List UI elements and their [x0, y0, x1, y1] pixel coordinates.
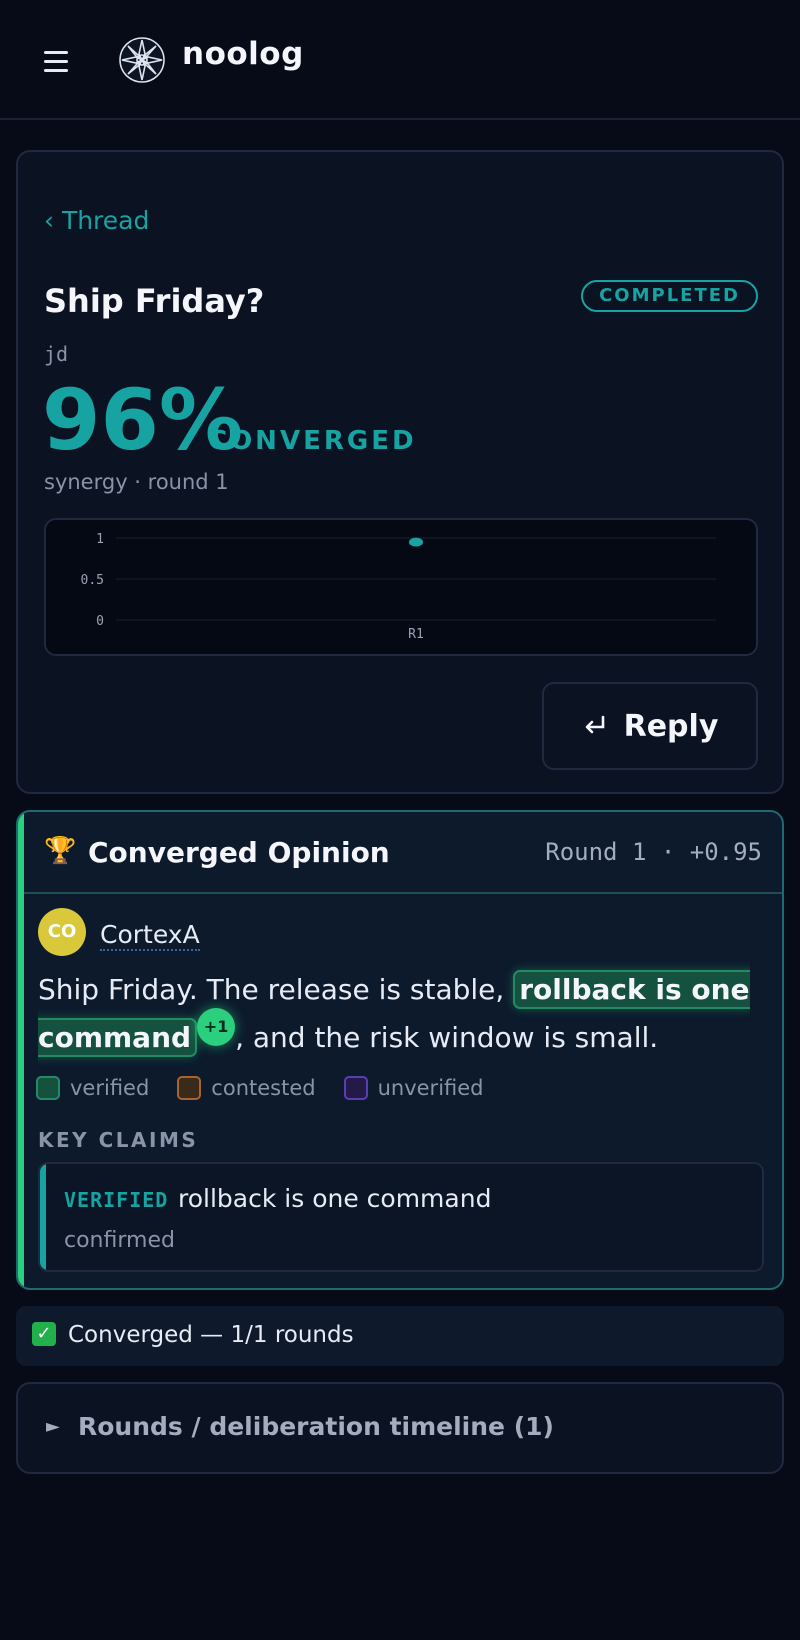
- legend-unverified: unverified: [343, 1076, 484, 1100]
- claim-note: confirmed: [64, 1228, 175, 1253]
- legend-contested-label: contested: [211, 1076, 316, 1100]
- opinion-title: Converged Opinion: [88, 836, 390, 869]
- check-icon: ✓: [32, 1322, 56, 1346]
- converged-opinion-card: 🏆 Converged Opinion Round 1 · +0.95 CO C…: [16, 810, 784, 1290]
- expand-triangle-icon: ►: [46, 1416, 60, 1437]
- trophy-icon: 🏆: [44, 836, 77, 866]
- convergence-chart: 1 0.5 0 R1: [44, 518, 758, 656]
- agent-name-link[interactable]: CortexA: [100, 920, 200, 951]
- opinion-text: Ship Friday. The release is stable, roll…: [38, 966, 758, 1062]
- avatar: CO: [38, 908, 86, 956]
- status-badge: COMPLETED: [581, 280, 758, 312]
- legend-verified: verified: [36, 1076, 149, 1100]
- rounds-timeline-toggle[interactable]: ► Rounds / deliberation timeline (1): [16, 1382, 784, 1474]
- opinion-text-end: , and the risk window is small.: [235, 1021, 659, 1054]
- data-point: [409, 537, 423, 547]
- mode-round-info: synergy · round 1: [44, 470, 229, 494]
- y-tick-label: 0.5: [81, 573, 104, 588]
- converged-summary-text: Converged — 1/1 rounds: [68, 1322, 354, 1348]
- page-title: Ship Friday?: [44, 282, 265, 320]
- opinion-header: 🏆 Converged Opinion Round 1 · +0.95: [24, 812, 782, 894]
- opinion-text-start: Ship Friday. The release is stable,: [38, 973, 514, 1006]
- logo-icon: [119, 37, 165, 83]
- claim-vote-badge: +1: [197, 1008, 236, 1046]
- key-claims-heading: KEY CLAIMS: [38, 1128, 199, 1152]
- claim-accent-bar: [40, 1164, 46, 1270]
- y-tick-label: 1: [96, 532, 104, 547]
- x-tick-label: R1: [408, 627, 424, 642]
- contested-swatch: [177, 1076, 202, 1100]
- claim-status-tag: VERIFIED: [64, 1188, 169, 1212]
- claim-text: rollback is one command: [178, 1184, 492, 1213]
- back-to-thread-link[interactable]: ‹ Thread: [44, 206, 149, 235]
- y-tick-label: 0: [96, 614, 104, 629]
- return-arrow-icon: [585, 715, 604, 734]
- legend-unverified-label: unverified: [377, 1076, 484, 1100]
- reply-label: Reply: [623, 708, 719, 744]
- verified-swatch: [36, 1076, 60, 1100]
- reply-button[interactable]: Reply: [542, 682, 758, 770]
- opinion-round-meta: Round 1 · +0.95: [545, 838, 762, 866]
- menu-icon[interactable]: [44, 51, 68, 73]
- claim-legend: verified contested unverified: [36, 1076, 484, 1100]
- convergence-chart-svg: 1 0.5 0 R1: [81, 532, 716, 642]
- top-bar: noolog: [0, 0, 800, 120]
- key-claim-item: VERIFIED rollback is one command confirm…: [38, 1162, 764, 1272]
- brand-name: noolog: [182, 36, 304, 72]
- legend-verified-label: verified: [70, 1076, 150, 1100]
- thread-card: ‹ Thread Ship Friday? COMPLETED jd 96% C…: [16, 150, 784, 794]
- rounds-timeline-label: Rounds / deliberation timeline (1): [78, 1412, 554, 1441]
- converged-summary-bar: ✓ Converged — 1/1 rounds: [16, 1306, 784, 1366]
- convergence-status: CONVERGED: [208, 426, 417, 456]
- legend-contested: contested: [177, 1076, 316, 1100]
- unverified-swatch: [343, 1076, 368, 1100]
- author-handle: jd: [44, 342, 69, 366]
